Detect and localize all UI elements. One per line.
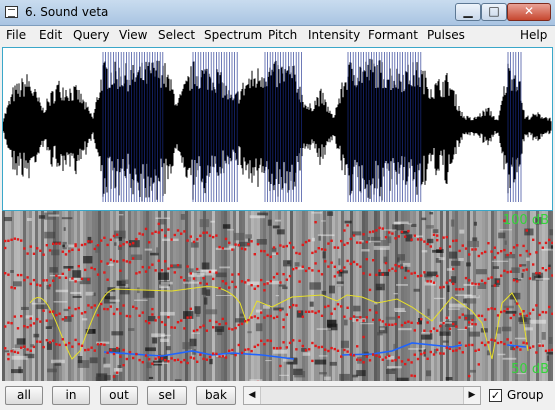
menu-file[interactable]: File [6,28,26,42]
bottom-toolbar: all in out sel bak ◀ ▶ ✓ Group [0,383,555,410]
menu-bar: File Edit Query View Select Spectrum Pit… [0,26,555,46]
spectrogram-panel[interactable]: 100 dB 50 dB [2,211,553,381]
close-button[interactable]: ✕ [507,3,551,21]
spectrogram-bottom-db-label: 50 dB [511,362,549,377]
zoom-all-button[interactable]: all [5,386,43,405]
zoom-selection-button[interactable]: sel [147,386,187,405]
menu-edit[interactable]: Edit [39,28,62,42]
menu-query[interactable]: Query [73,28,109,42]
menu-pitch[interactable]: Pitch [268,28,297,42]
scroll-left-arrow-icon[interactable]: ◀ [244,387,261,404]
horizontal-scrollbar[interactable]: ◀ ▶ [243,386,481,405]
app-window-icon [5,6,18,18]
window-title: 6. Sound veta [25,5,109,19]
scroll-right-arrow-icon[interactable]: ▶ [463,387,480,404]
spectrogram[interactable] [2,211,553,381]
maximize-button[interactable]: □ [481,3,507,21]
minimize-button[interactable]: ▁ [455,3,481,21]
menu-pulses[interactable]: Pulses [427,28,465,42]
spectrogram-top-db-label: 100 dB [502,213,549,228]
menu-view[interactable]: View [119,28,147,42]
waveform-panel[interactable] [2,47,553,211]
menu-help[interactable]: Help [520,28,547,42]
title-bar: 6. Sound veta ▁ □ ✕ [0,0,555,26]
zoom-out-button[interactable]: out [100,386,138,405]
menu-intensity[interactable]: Intensity [308,28,360,42]
zoom-in-button[interactable]: in [52,386,90,405]
menu-spectrum[interactable]: Spectrum [204,28,262,42]
waveform[interactable] [3,48,552,210]
group-checkbox[interactable]: ✓ [489,389,502,402]
menu-select[interactable]: Select [158,28,195,42]
zoom-back-button[interactable]: bak [196,386,236,405]
group-label: Group [507,388,544,402]
menu-formant[interactable]: Formant [368,28,418,42]
waveform-signal [3,58,552,202]
